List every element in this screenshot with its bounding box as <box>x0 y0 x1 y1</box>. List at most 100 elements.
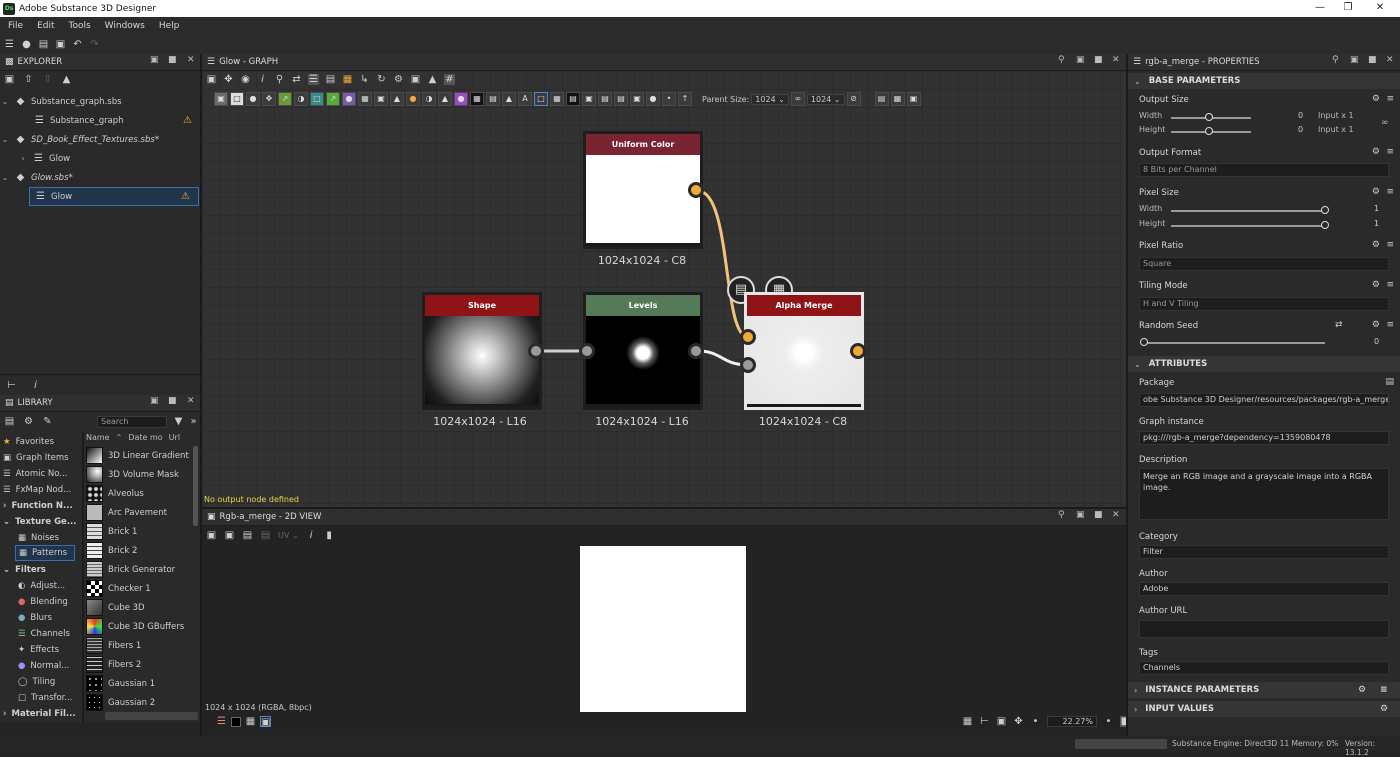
library-item[interactable]: Alveolus <box>86 484 194 503</box>
param-menu-icon[interactable]: ≡ <box>1380 685 1388 695</box>
panel-maximize-icon[interactable]: ■ <box>168 55 177 65</box>
splitter-horizontal[interactable] <box>202 507 1126 509</box>
library-item[interactable]: 3D Volume Mask <box>86 465 194 484</box>
library-edit-icon[interactable]: ✎ <box>42 416 53 427</box>
settings-icon[interactable]: ⚙ <box>1380 704 1388 714</box>
save-all-icon[interactable]: ▣ <box>55 39 66 50</box>
height-slider-knob[interactable] <box>1205 127 1213 135</box>
node-alpha-merge[interactable]: Alpha Merge <box>744 292 864 410</box>
output-format-select[interactable]: 8 Bits per Channel <box>1139 163 1389 177</box>
tree-item[interactable]: ⌄ ◆ Substance_graph.sbs <box>0 92 200 111</box>
filter-icon[interactable]: ▼ <box>173 416 184 427</box>
node-uniform-color[interactable]: Uniform Color <box>583 131 703 249</box>
lib-cat-blurs[interactable]: ● Blurs <box>0 610 82 626</box>
param-menu-icon[interactable]: ≡ <box>1386 240 1394 250</box>
width-slider-knob[interactable] <box>1205 113 1213 121</box>
param-menu-icon[interactable]: ≡ <box>1386 94 1394 104</box>
lib-cat-normal[interactable]: ● Normal... <box>0 658 82 674</box>
expand-arrow-icon[interactable]: ⌄ <box>0 97 10 106</box>
info-icon[interactable]: i <box>30 380 41 391</box>
node-shape[interactable]: Shape <box>422 292 542 410</box>
output-port[interactable] <box>850 343 866 359</box>
library-item[interactable]: Arc Pavement <box>86 503 194 522</box>
menu-file[interactable]: File <box>8 21 23 31</box>
panel-maximize-icon[interactable]: ■ <box>1368 55 1377 65</box>
undo-icon[interactable]: ↶ <box>72 39 83 50</box>
clean-icon[interactable]: ▲ <box>61 74 72 85</box>
seed-slider-track[interactable] <box>1143 342 1325 344</box>
menu-tools[interactable]: Tools <box>69 21 91 31</box>
panel-close-icon[interactable]: ✕ <box>1112 55 1120 65</box>
library-scrollbar[interactable] <box>193 446 198 526</box>
pin-icon[interactable]: ⚲ <box>1332 55 1339 65</box>
collapse-arrow-icon[interactable]: › <box>18 154 28 163</box>
param-menu-icon[interactable]: ≡ <box>1386 320 1394 330</box>
new-package-icon[interactable]: ● <box>21 39 32 50</box>
column-url[interactable]: Url <box>169 433 180 442</box>
publish-icon[interactable]: ⇧ <box>42 74 53 85</box>
open-folder-icon[interactable]: ▤ <box>38 39 49 50</box>
height-mode[interactable]: Input x 1 <box>1318 125 1354 134</box>
lib-cat-effects[interactable]: ✦ Effects <box>0 642 82 658</box>
library-search-input[interactable]: Search <box>97 416 167 428</box>
library-item[interactable]: Cube 3D GBuffers <box>86 617 194 636</box>
copy-icon[interactable]: ▤ <box>242 530 253 541</box>
lib-cat-filters[interactable]: ⌄ Filters <box>0 562 82 578</box>
frame-icon[interactable]: ▣ <box>206 530 217 541</box>
panel-close-icon[interactable]: ✕ <box>1386 55 1394 65</box>
fit-icon[interactable]: ▣ <box>996 716 1007 727</box>
splitter-left[interactable] <box>200 54 202 736</box>
section-attributes[interactable]: ⌄ ATTRIBUTES <box>1128 356 1400 372</box>
param-expose-icon[interactable]: ⚙ <box>1358 685 1366 695</box>
uv-select[interactable]: UV ⌄ <box>278 531 299 540</box>
tree-item[interactable]: ☰ Substance_graph ⚠ <box>0 111 200 130</box>
tile-icon[interactable]: ▦ <box>245 716 256 727</box>
lib-cat-blending[interactable]: ● Blending <box>0 594 82 610</box>
lib-cat-adjust[interactable]: ◐ Adjust... <box>0 578 82 594</box>
pivot-icon[interactable]: ⊢ <box>979 716 990 727</box>
tags-field[interactable]: Channels <box>1139 661 1389 675</box>
param-expose-icon[interactable]: ⚙ <box>1372 147 1380 157</box>
package-field[interactable]: obe Substance 3D Designer/resources/pack… <box>1139 393 1389 407</box>
sort-asc-icon[interactable]: ⌃ <box>116 433 123 442</box>
library-options-icon[interactable]: ⚙ <box>23 416 34 427</box>
author-url-field[interactable] <box>1139 620 1389 638</box>
category-field[interactable]: Filter <box>1139 545 1389 559</box>
seed-slider-knob[interactable] <box>1140 338 1148 346</box>
param-expose-icon[interactable]: ⚙ <box>1372 320 1380 330</box>
param-expose-icon[interactable]: ⚙ <box>1372 240 1380 250</box>
panel-float-icon[interactable]: ▣ <box>1076 55 1085 65</box>
tree-item[interactable]: ⌄ ◆ Glow.sbs* <box>0 168 200 187</box>
lib-cat-function[interactable]: › Function N... <box>0 498 82 514</box>
param-expose-icon[interactable]: ⚙ <box>1372 187 1380 197</box>
menu-edit[interactable]: Edit <box>37 21 54 31</box>
lib-cat-texture[interactable]: ⌄ Texture Ge... <box>0 514 82 530</box>
author-field[interactable]: Adobe <box>1139 582 1389 596</box>
node-levels[interactable]: Levels <box>583 292 703 410</box>
lib-cat-channels[interactable]: ☰ Channels <box>0 626 82 642</box>
section-input-values[interactable]: › INPUT VALUES ⚙ <box>1128 701 1400 717</box>
expand-icon[interactable]: » <box>188 416 199 427</box>
pixel-ratio-select[interactable]: Square <box>1139 257 1389 271</box>
maximize-button[interactable]: ❐ <box>1334 0 1362 17</box>
library-hscrollbar[interactable] <box>105 712 198 720</box>
layers-icon[interactable]: ☰ <box>216 716 227 727</box>
library-item[interactable]: Fibers 1 <box>86 636 194 655</box>
histogram-icon[interactable]: ▮ <box>324 530 335 541</box>
folder-icon[interactable]: ▤ <box>1385 377 1394 387</box>
menu-help[interactable]: Help <box>159 21 180 31</box>
shuffle-icon[interactable]: ⇄ <box>1335 320 1343 330</box>
tree-item-selected[interactable]: ☰ Glow ⚠ <box>29 187 199 206</box>
save-icon[interactable]: ▣ <box>224 530 235 541</box>
lib-cat-tiling[interactable]: ◯ Tiling <box>0 674 82 690</box>
library-item[interactable]: Cube 3D <box>86 598 194 617</box>
pin-icon[interactable]: ⚲ <box>1058 510 1065 520</box>
dot-icon[interactable]: • <box>1103 716 1114 727</box>
filter-icon[interactable]: ▣ <box>260 716 271 728</box>
panel-close-icon[interactable]: ✕ <box>187 55 195 65</box>
lib-cat-favorites[interactable]: ★ Favorites <box>0 434 82 450</box>
panel-maximize-icon[interactable]: ■ <box>1094 510 1103 520</box>
param-menu-icon[interactable]: ≡ <box>1386 147 1394 157</box>
compare-icon[interactable]: ▤ <box>260 530 271 541</box>
input-port-rgb[interactable] <box>740 329 756 345</box>
